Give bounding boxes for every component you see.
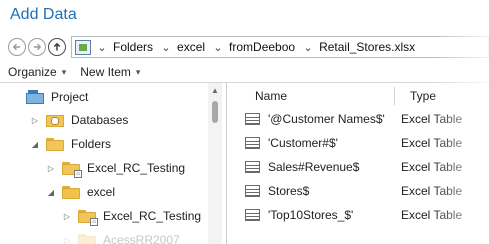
tree-item-label: Databases	[71, 113, 129, 127]
organize-menu[interactable]: Organize ▾	[8, 65, 66, 79]
forward-arrow-icon[interactable]	[28, 38, 46, 56]
tree-item-partial[interactable]: ▷ AcessRR2007	[62, 229, 180, 244]
list-item-type: Excel Table	[401, 136, 463, 150]
breadcrumb-retail-stores[interactable]: Retail_Stores.xlsx	[315, 40, 421, 54]
list-item[interactable]: 'Customer#$'	[245, 132, 338, 154]
tree-item-label: Folders	[71, 137, 112, 151]
expand-arrow-icon[interactable]: ▷	[46, 164, 56, 173]
address-bar: ⌄ Folders ⌄ excel ⌄ fromDeeboo ⌄ Retail_…	[8, 35, 489, 59]
back-arrow-icon[interactable]	[8, 38, 26, 56]
chevron-down-icon: ▾	[61, 66, 67, 77]
list-item-name: Sales#Revenue$	[268, 160, 360, 174]
tree-item-label: Project	[51, 90, 89, 104]
folder-tree: ▸ Project ▷ Databases ◢ Folders ▷ ⌂ Exce…	[0, 83, 222, 244]
chevron-down-icon[interactable]: ⌄	[301, 41, 315, 54]
organize-label: Organize	[8, 65, 57, 79]
breadcrumb[interactable]: ⌄ Folders ⌄ excel ⌄ fromDeeboo ⌄ Retail_…	[71, 36, 489, 58]
list-item[interactable]: Sales#Revenue$	[245, 156, 359, 178]
column-header-name[interactable]: Name	[255, 85, 287, 107]
list-item-name: 'Top10Stores_$'	[268, 208, 354, 222]
expand-arrow-icon[interactable]: ▷	[62, 236, 72, 244]
toolbar: Organize ▾ New Item ▾	[8, 63, 154, 81]
expand-arrow-icon[interactable]: ▷	[30, 116, 40, 125]
folder-connection-icon: ⌂	[78, 209, 98, 226]
list-item-name: 'Customer#$'	[268, 136, 338, 150]
list-item[interactable]: Stores$	[245, 180, 309, 202]
tree-item-databases[interactable]: ▷ Databases	[30, 109, 128, 131]
project-icon	[26, 90, 44, 104]
new-item-menu[interactable]: New Item ▾	[80, 65, 140, 79]
chevron-down-icon[interactable]: ⌄	[211, 41, 225, 54]
list-item-name: Stores$	[268, 184, 310, 198]
list-item-type: Excel Table	[401, 160, 463, 174]
tree-item-folders[interactable]: ◢ Folders	[30, 133, 111, 155]
list-item-type: Excel Table	[401, 208, 463, 222]
chevron-down-icon[interactable]: ⌄	[159, 41, 173, 54]
file-list: Name Type '@Customer Names$' Excel Table…	[227, 83, 489, 244]
scrollbar-thumb[interactable]	[212, 101, 218, 123]
tree-item-label: Excel_RC_Testing	[87, 161, 186, 175]
folder-icon	[78, 233, 96, 244]
collapse-arrow-icon[interactable]: ◢	[46, 188, 56, 197]
list-item[interactable]: '@Customer Names$'	[245, 108, 385, 130]
table-icon	[245, 209, 260, 221]
table-icon	[245, 185, 260, 197]
scroll-up-icon[interactable]: ▲	[211, 86, 219, 95]
expand-arrow-icon[interactable]: ▷	[62, 212, 72, 221]
tree-item-label: excel	[87, 185, 116, 199]
new-item-label: New Item	[80, 65, 131, 79]
column-divider[interactable]	[394, 87, 395, 105]
database-folder-icon	[46, 113, 64, 127]
tree-item-label: AcessRR2007	[103, 233, 180, 244]
folder-icon	[46, 137, 64, 151]
chevron-down-icon: ▾	[135, 66, 141, 77]
tree-item-excel-rc-testing-child[interactable]: ▷ ⌂ Excel_RC_Testing	[62, 205, 201, 227]
folder-icon	[62, 185, 80, 199]
computer-icon	[75, 39, 91, 55]
table-icon	[245, 161, 260, 173]
tree-item-label: Excel_RC_Testing	[103, 209, 202, 223]
list-item-type: Excel Table	[401, 112, 463, 126]
table-icon	[245, 113, 260, 125]
table-icon	[245, 137, 260, 149]
breadcrumb-folders[interactable]: Folders	[109, 40, 159, 54]
dialog-title: Add Data	[10, 6, 77, 23]
list-item-type: Excel Table	[401, 184, 463, 198]
collapse-arrow-icon[interactable]: ◢	[30, 140, 40, 149]
folder-connection-icon: ⌂	[62, 161, 82, 178]
tree-item-excel[interactable]: ◢ excel	[46, 181, 115, 203]
list-item[interactable]: 'Top10Stores_$'	[245, 204, 353, 226]
breadcrumb-fromdeeboo[interactable]: fromDeeboo	[225, 40, 301, 54]
chevron-down-icon[interactable]: ⌄	[95, 41, 109, 54]
up-arrow-icon[interactable]	[48, 38, 66, 56]
list-item-name: '@Customer Names$'	[268, 112, 385, 126]
tree-item-project[interactable]: ▸ Project	[10, 86, 88, 108]
column-header-type[interactable]: Type	[410, 85, 436, 107]
breadcrumb-excel[interactable]: excel	[173, 40, 211, 54]
tree-scrollbar[interactable]: ▲	[208, 83, 222, 244]
tree-item-excel-rc-testing[interactable]: ▷ ⌂ Excel_RC_Testing	[46, 157, 185, 179]
